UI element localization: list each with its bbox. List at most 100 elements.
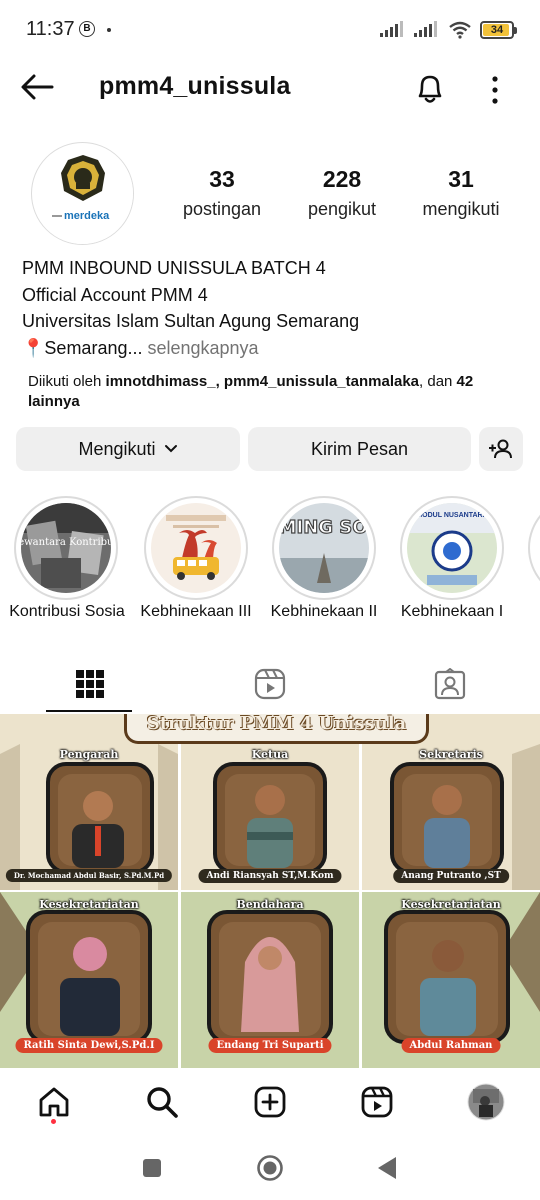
highlight-label-1: Kontribusi Sosia [9,603,125,620]
recent-apps-icon[interactable] [141,1157,163,1179]
post-4[interactable]: Kesekretariatan Ratih Sinta Dewi,S.Pd.I [0,892,178,1068]
highlight-kontribusi[interactable]: Dewantara Kontribusi [14,496,118,600]
stat-following-label: mengikuti [422,199,500,219]
stat-posts-label: postingan [182,199,262,219]
grid-banner: Struktur PMM 4 Unissula [124,714,429,744]
back-button[interactable] [18,70,58,104]
profile-username: pmm4_unissula [99,72,291,100]
person-add-icon [489,439,512,459]
followed-by-suffix: lainnya [28,393,80,410]
highlight-label-2: Kebhinekaan III [140,603,252,620]
stat-followers-count: 228 [322,166,362,192]
bio-line-1: Official Account PMM 4 [22,284,208,305]
highlight-kebhinekaan-2[interactable]: COMING SOON [272,496,376,600]
stat-followers[interactable]: 228 pengikut [300,166,384,220]
post-4-role: Kesekretariatan [39,898,139,911]
bio-location: Semarang... [44,337,143,358]
post-2-role: Ketua [251,748,289,761]
nav-profile[interactable] [466,1082,506,1122]
nav-create[interactable] [250,1082,290,1122]
nav-reels[interactable] [357,1082,397,1122]
post-1-name: Dr. Mochamad Abdul Basir, S.Pd.M.Pd [5,869,173,882]
tagged-icon [434,668,466,700]
highlight-cover-2 [151,503,241,593]
stat-posts[interactable]: 33 postingan [176,166,268,220]
following-label: Mengikuti [78,438,156,459]
home-notification-dot [51,1119,56,1124]
bio-location-line: 📍Semarang... selengkapnya [22,335,522,362]
system-navigation [0,1138,540,1200]
reels-icon [254,668,286,700]
highlight-kebhinekaan-3[interactable] [144,496,248,600]
search-icon [147,1087,178,1118]
nav-search[interactable] [142,1082,182,1122]
grid-icon [76,670,104,698]
notifications-button[interactable] [410,68,450,108]
message-label: Kirim Pesan [310,438,409,459]
back-system-icon[interactable] [376,1155,398,1181]
message-button[interactable]: Kirim Pesan [248,427,471,471]
tab-tagged[interactable] [360,655,540,713]
followed-by-user-2: pmm4_unissula_tanmalaka [223,373,420,390]
nav-home[interactable] [34,1082,74,1122]
highlight-kebhinekaan-1[interactable]: MODUL NUSANTARA [400,496,504,600]
post-2-name: Andi Riansyah ST,M.Kom [198,869,342,883]
followed-by-prefix: Diikuti oleh [28,373,106,390]
post-5[interactable]: Bendahara Endang Tri Suparti [181,892,359,1068]
grid-banner-text: Struktur PMM 4 Unissula [146,714,407,734]
status-time: 11:37 [26,18,75,40]
more-vertical-icon [492,76,498,104]
bio-more-link[interactable]: selengkapnya [142,338,258,358]
home-icon [39,1087,69,1117]
followed-by-user-1: imnotdhimass_ [105,373,216,390]
highlight-4-cover-text: MODUL NUSANTARA [416,512,487,519]
highlight-cover-1: Dewantara Kontribusi [21,503,111,593]
avatar-icon [467,1083,505,1121]
post-6[interactable]: Kesekretariatan Abdul Rahman [362,892,540,1068]
highlight-cover-4: MODUL NUSANTARA [407,503,497,593]
stat-following[interactable]: 31 mengikuti [415,166,507,220]
profile-tabs [0,655,540,713]
battery-icon: 34 [480,21,517,39]
battery-level: 34 [490,24,504,36]
posts-grid: Pengarah Dr. Mochamad Abdul Basir, S.Pd.… [0,714,540,1068]
tab-grid[interactable] [0,655,180,713]
post-4-name: Ratih Sinta Dewi,S.Pd.I [15,1038,163,1053]
post-6-name: Abdul Rahman [401,1038,501,1053]
chevron-down-icon [164,445,177,453]
bottom-navigation [0,1068,540,1138]
post-3-name: Anang Putranto ,ST [393,869,509,883]
profile-display-name: PMM INBOUND UNISSULA BATCH 4 [22,258,326,278]
highlight-partial[interactable] [528,496,540,600]
post-3-role: Sekretaris [419,748,483,761]
profile-avatar[interactable]: merdeka [31,142,134,245]
post-5-role: Bendahara [236,898,304,911]
stat-followers-label: pengikut [307,199,377,219]
add-person-button[interactable] [479,427,523,471]
tab-reels[interactable] [180,655,360,713]
post-5-name: Endang Tri Suparti [208,1038,332,1053]
notification-dot-icon [107,28,111,32]
stat-posts-count: 33 [209,166,235,192]
following-button[interactable]: Mengikuti [16,427,240,471]
bell-icon [418,75,442,103]
signal-icon-2 [414,21,437,37]
highlight-cover-3: COMING SOON [279,503,369,593]
highlight-3-cover-text: COMING SOON [279,517,369,538]
highlight-label-3: Kebhinekaan II [270,603,378,620]
location-pin-icon: 📍 [22,337,45,358]
home-system-icon[interactable] [256,1154,284,1182]
more-options-button[interactable] [482,68,508,108]
notification-b-icon: B [79,21,95,37]
profile-bio: PMM INBOUND UNISSULA BATCH 4 Official Ac… [22,255,522,361]
followed-by-mid: , dan [419,373,457,390]
active-tab-indicator [46,710,132,712]
bio-line-2: Universitas Islam Sultan Agung Semarang [22,311,360,331]
post-1-role: Pengarah [59,748,119,761]
followed-by-sep: , [215,373,224,390]
followed-by-count: 42 [456,373,474,390]
followed-by[interactable]: Diikuti oleh imnotdhimass_, pmm4_unissul… [28,372,518,412]
status-bar: 11:37 B 34 [0,0,540,62]
stat-following-count: 31 [448,166,474,192]
wifi-icon [449,21,471,39]
